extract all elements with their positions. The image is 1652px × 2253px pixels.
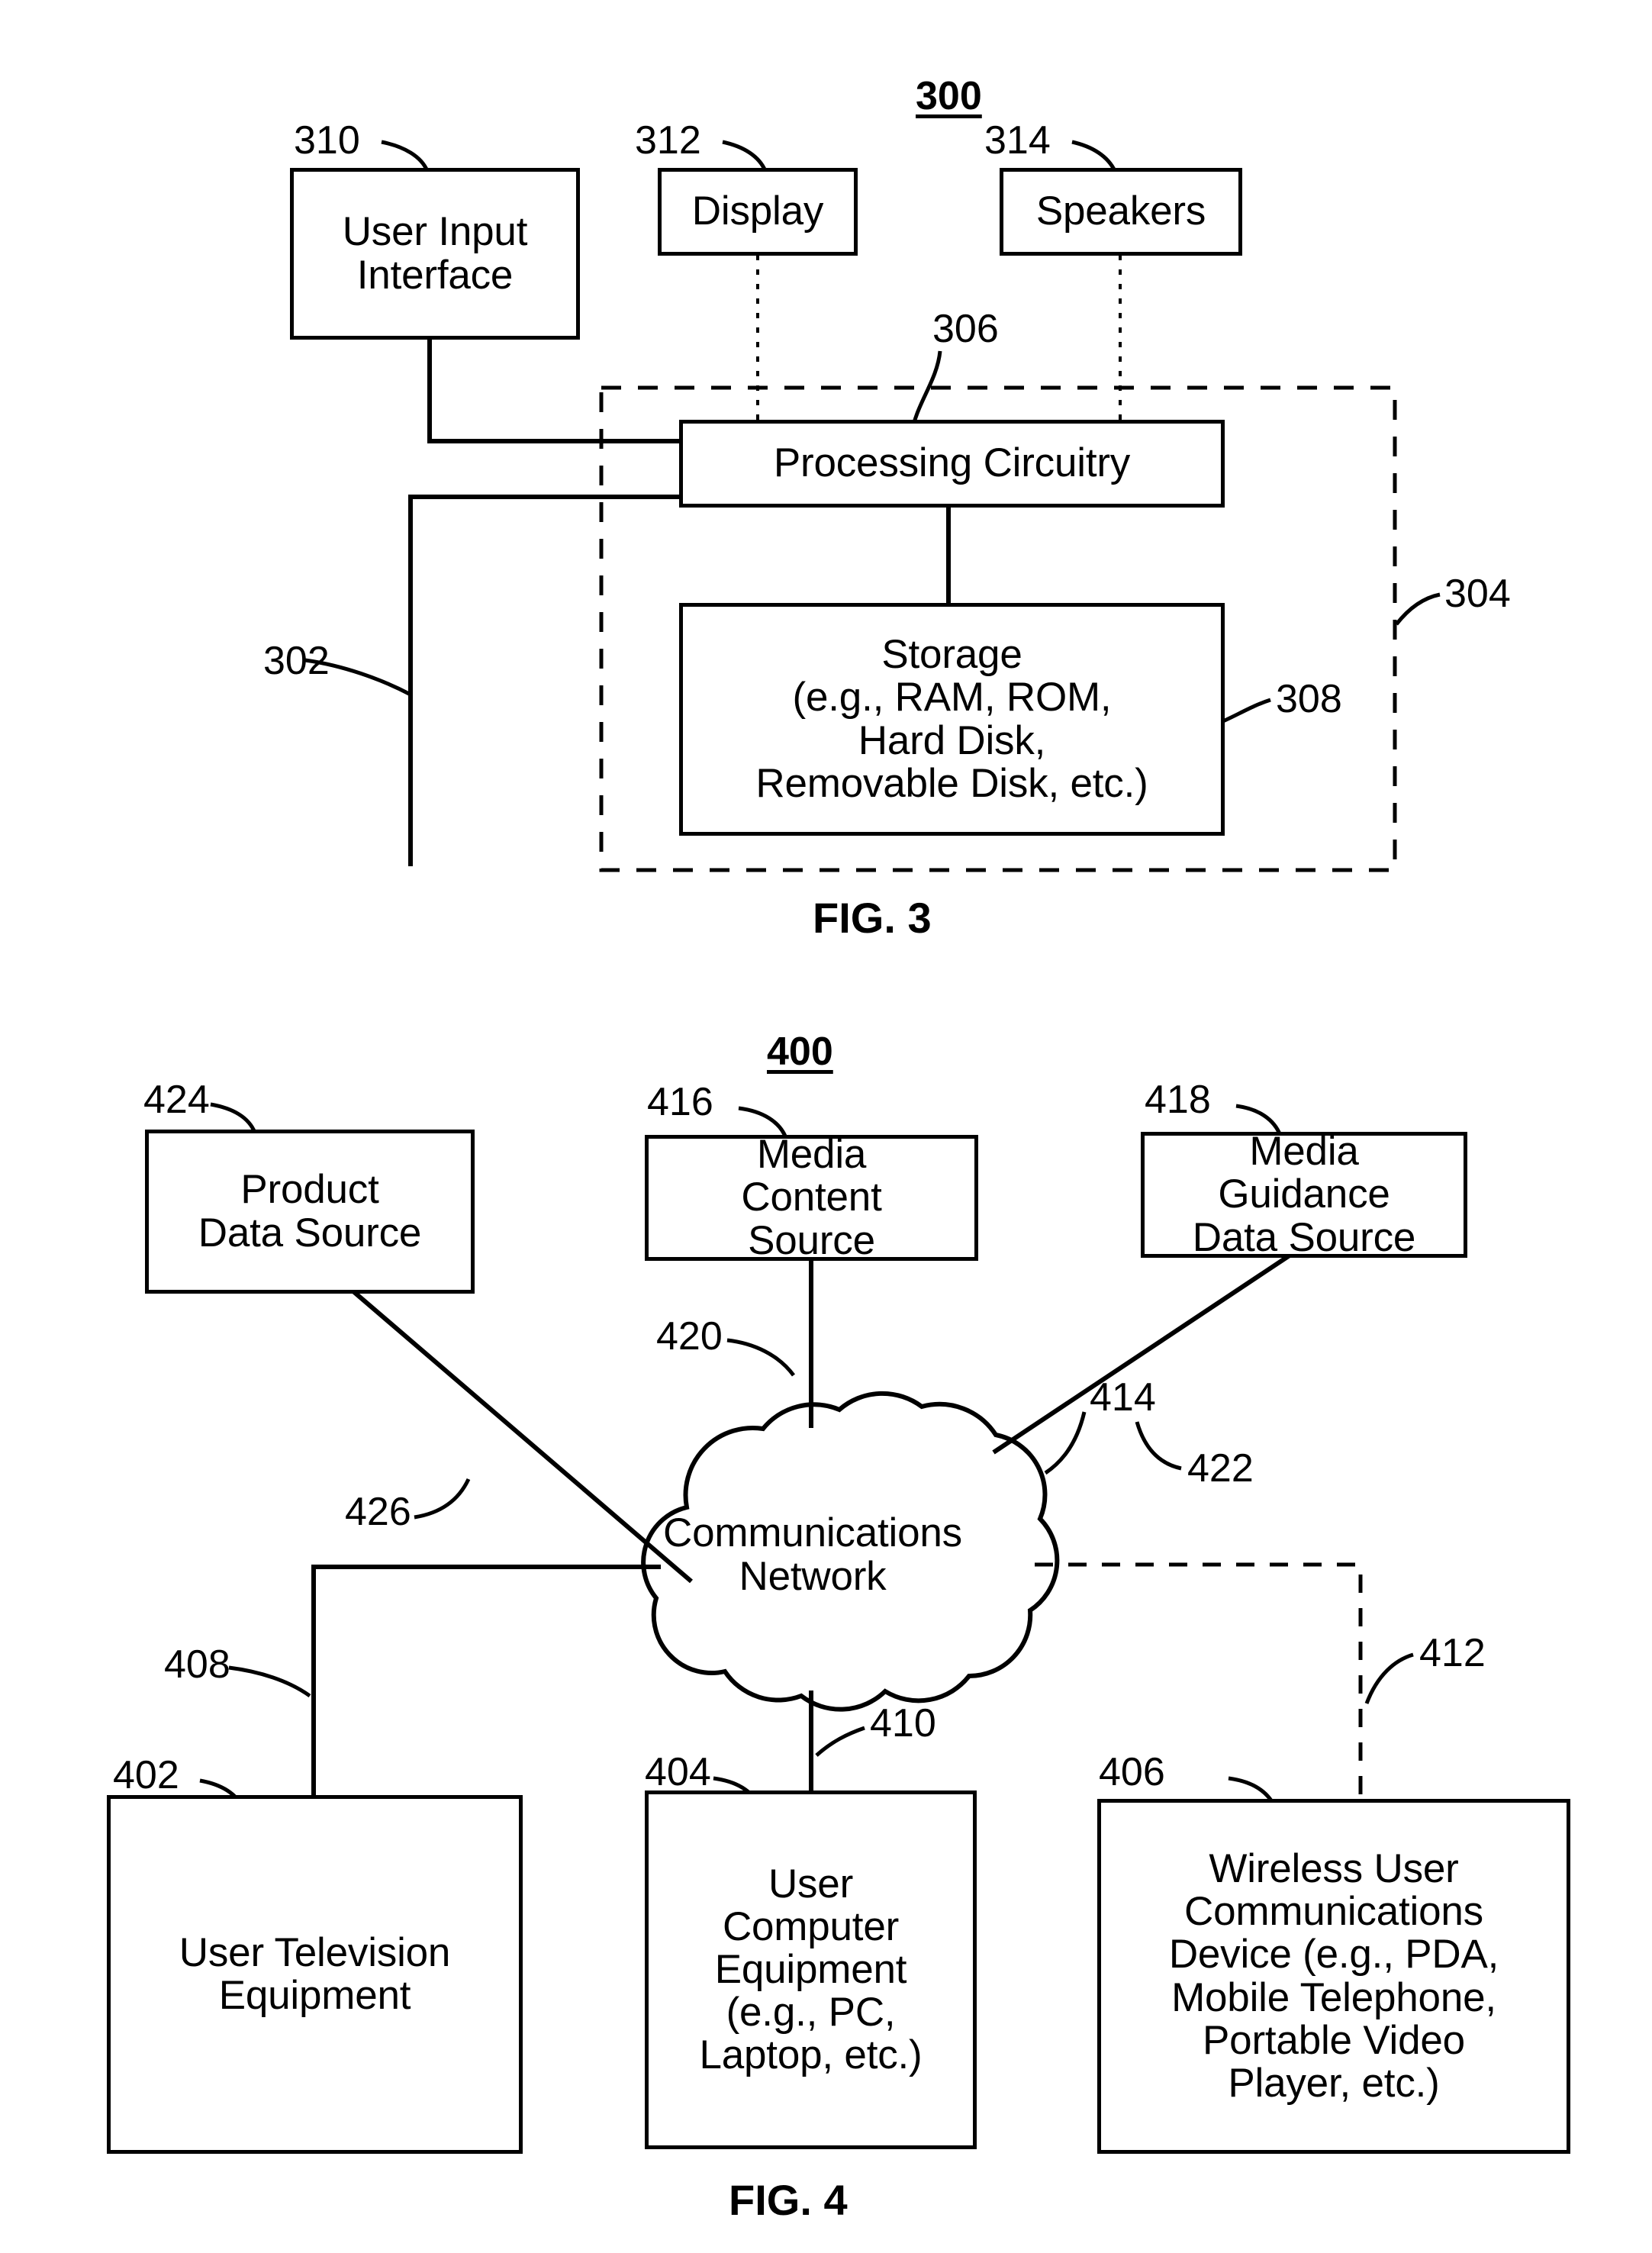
ref-302: 302 (263, 639, 330, 683)
ref-424: 424 (143, 1078, 210, 1122)
box-processing-circuitry: Processing Circuitry (679, 420, 1225, 508)
ref-312-leader (722, 140, 768, 172)
ref-310: 310 (294, 118, 360, 163)
ref-404: 404 (645, 1750, 711, 1794)
ref-408-leader (228, 1665, 311, 1698)
box-user-computer-equipment: User Computer Equipment (e.g., PC, Laptop, e… (645, 1790, 977, 2149)
ref-414: 414 (1090, 1375, 1156, 1420)
media-guidance-data-source-connector (992, 1253, 1291, 1455)
box-storage-label: Storage (e.g., RAM, ROM, Hard Disk, Removab… (755, 632, 1148, 806)
ref-306: 306 (932, 307, 999, 351)
box-display: Display (658, 168, 858, 256)
figure-4-number: 400 (767, 1030, 833, 1074)
ref-420-leader (726, 1338, 796, 1377)
figure-3-caption: FIG. 3 (813, 894, 932, 942)
ref-422: 422 (1187, 1446, 1254, 1491)
box-media-content-source-label: Media Content Source (741, 1132, 882, 1263)
ref-418: 418 (1145, 1078, 1211, 1122)
box-user-computer-equipment-label: User Computer Equipment (e.g., PC, Laptop, e… (699, 1861, 923, 2078)
ref-402: 402 (113, 1753, 179, 1797)
wireless-user-communications-device-connector (1035, 1562, 1363, 1799)
ref-310-leader (381, 140, 430, 172)
box-product-data-source-label: Product Data Source (198, 1167, 422, 1255)
box-wireless-user-communications-device-label: Wireless User Communications Device (e.g.,… (1168, 1845, 1499, 2106)
box-speakers-label: Speakers (1035, 189, 1206, 234)
ref-412: 412 (1419, 1631, 1486, 1675)
box-storage: Storage (e.g., RAM, ROM, Hard Disk, Removab… (679, 603, 1225, 836)
box-user-television-equipment: User Television Equipment (107, 1795, 523, 2154)
ref-422-leader (1135, 1421, 1182, 1471)
box-media-guidance-data-source: Media Guidance Data Source (1141, 1129, 1467, 1260)
ref-406: 406 (1099, 1750, 1165, 1794)
ref-416: 416 (647, 1080, 713, 1124)
ref-408: 408 (164, 1642, 230, 1687)
ref-410-leader (815, 1726, 865, 1757)
ref-304: 304 (1444, 572, 1511, 616)
ref-424-leader (210, 1102, 257, 1134)
ref-304-leader (1395, 592, 1441, 626)
communications-network-label: Communications Network (663, 1510, 962, 1599)
box-user-input-interface: User Input Interface (290, 168, 580, 340)
ref-314: 314 (984, 118, 1051, 163)
user-input-interface-connector (427, 336, 681, 443)
ref-308-leader (1217, 698, 1271, 726)
box-media-guidance-data-source-label: Media Guidance Data Source (1192, 1129, 1416, 1260)
ref-426: 426 (345, 1490, 411, 1534)
box-product-data-source: Product Data Source (145, 1130, 475, 1294)
box-media-content-source: Media Content Source (645, 1132, 978, 1263)
ref-414-leader (1044, 1411, 1087, 1475)
ref-308: 308 (1276, 677, 1342, 721)
communications-network-label-wrap: Communications Network (588, 1504, 1038, 1607)
figure-3-number: 300 (916, 74, 982, 118)
box-speakers: Speakers (1000, 168, 1242, 256)
box-wireless-user-communications-device: Wireless User Communications Device (e.g.,… (1097, 1799, 1570, 2154)
box-processing-circuitry-label: Processing Circuitry (773, 440, 1131, 486)
box-display-label: Display (691, 189, 824, 234)
patent-drawing-sheet: 300 310 User Input Interface 312 Display … (0, 0, 1652, 2253)
ref-420: 420 (656, 1314, 723, 1359)
ref-312: 312 (635, 118, 701, 163)
bus-302-line (408, 495, 681, 866)
box-user-input-interface-label: User Input Interface (342, 209, 528, 298)
ref-410: 410 (870, 1701, 936, 1745)
ref-412-leader (1364, 1652, 1414, 1704)
figure-4-caption: FIG. 4 (729, 2176, 848, 2224)
ref-426-leader (414, 1478, 471, 1520)
box-user-television-equipment-label: User Television Equipment (179, 1929, 451, 2018)
ref-314-leader (1071, 140, 1117, 172)
